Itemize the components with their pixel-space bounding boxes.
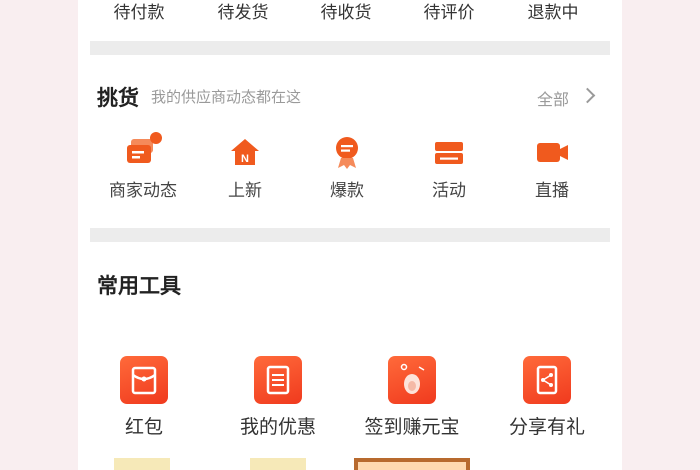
coupon-icon (254, 356, 302, 404)
next-row-item-highlighted (354, 458, 470, 470)
section-divider (90, 41, 610, 55)
pick-label: 上新 (228, 181, 262, 201)
pick-merchant-news[interactable]: 商家动态 (93, 132, 193, 204)
order-pending-receipt[interactable]: 待收货 (306, 0, 386, 23)
merchant-news-icon (123, 132, 163, 170)
event-ticket-icon (429, 134, 469, 170)
tools-title: 常用工具 (97, 274, 181, 298)
section-divider (90, 228, 610, 242)
next-row-item-partial (250, 458, 306, 470)
picking-title: 挑货 (97, 86, 139, 110)
tool-label: 红包 (124, 416, 163, 438)
pick-label: 商家动态 (109, 181, 177, 201)
svg-text:N: N (241, 153, 249, 165)
tool-red-packet[interactable]: 红包 (74, 356, 214, 446)
tool-label: 签到赚元宝 (364, 416, 460, 438)
picking-subtitle: 我的供应商动态都在这 (151, 88, 302, 106)
new-arrival-icon: N (225, 134, 265, 170)
tool-share-gift[interactable]: 分享有礼 (477, 356, 617, 446)
pick-hot-item[interactable]: 爆款 (297, 134, 397, 204)
tool-check-in[interactable]: 签到赚元宝 (342, 356, 482, 446)
order-pending-review[interactable]: 待评价 (409, 0, 489, 23)
notification-dot (150, 132, 162, 144)
pick-label: 活动 (432, 181, 466, 201)
share-gift-icon (523, 356, 571, 404)
order-refunding[interactable]: 退款中 (513, 0, 593, 23)
tool-coupon[interactable]: 我的优惠 (208, 356, 348, 446)
order-status-row: 待付款 待发货 待收货 待评价 退款中 (78, 0, 622, 24)
order-pending-shipment[interactable]: 待发货 (203, 0, 283, 23)
pick-label: 爆款 (330, 181, 364, 201)
order-pending-payment[interactable]: 待付款 (99, 0, 179, 23)
picking-view-all[interactable]: 全部 (537, 86, 569, 110)
pick-live[interactable]: 直播 (502, 134, 602, 204)
pick-event[interactable]: 活动 (399, 134, 499, 204)
red-packet-icon (120, 356, 168, 404)
chevron-right-icon[interactable] (579, 87, 596, 104)
tool-label: 分享有礼 (508, 416, 585, 438)
pick-new-arrival[interactable]: N 上新 (195, 134, 295, 204)
next-row-item-partial (114, 458, 170, 470)
pick-label: 直播 (535, 181, 569, 201)
hot-item-icon (327, 134, 367, 170)
live-video-icon (532, 134, 572, 170)
app-screen: 待付款 待发货 待收货 待评价 退款中 挑货 我的供应商动态都在这 全部 商家动… (78, 0, 622, 470)
check-in-ingot-icon (388, 356, 436, 404)
tool-label: 我的优惠 (239, 416, 316, 438)
